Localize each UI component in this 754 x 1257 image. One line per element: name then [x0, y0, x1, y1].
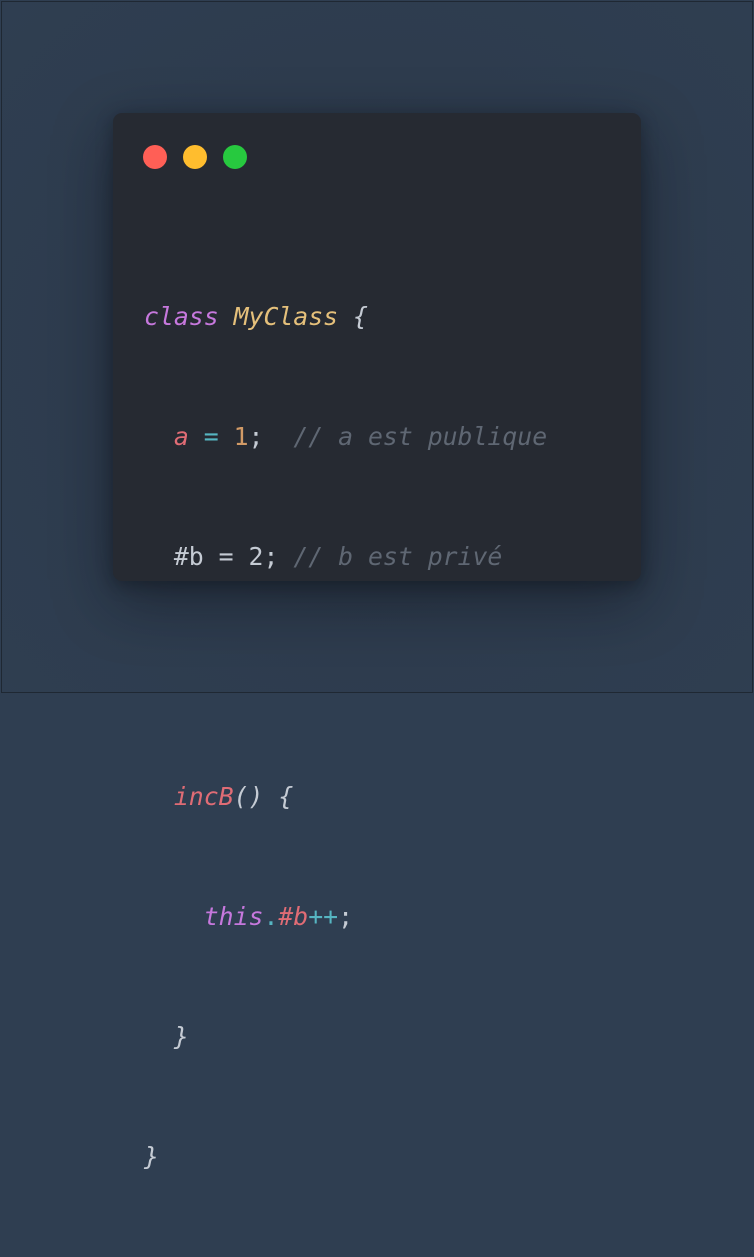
- code-window: class MyClass { a = 1; // a est publique…: [113, 113, 641, 1171]
- brace-token: }: [144, 1142, 159, 1171]
- semicolon-token: ;: [338, 902, 354, 931]
- operator-token: =: [203, 542, 249, 571]
- code-line-7: }: [144, 1017, 547, 1057]
- close-dot-icon[interactable]: [143, 145, 167, 169]
- private-field-token: #b: [173, 542, 204, 571]
- code-line-1: class MyClass {: [144, 297, 547, 337]
- code-line-2: a = 1; // a est publique: [144, 417, 547, 457]
- comment-token: // b est privé: [293, 542, 503, 571]
- number-token: 2: [248, 542, 264, 571]
- minimize-dot-icon[interactable]: [183, 145, 207, 169]
- comment-token: // a est publique: [293, 422, 548, 451]
- code-line-5: incB() {: [144, 777, 547, 817]
- operator-token: =: [188, 422, 234, 451]
- private-field-token: #b: [278, 902, 309, 931]
- number-token: 1: [233, 422, 249, 451]
- semicolon-token: ;: [263, 542, 279, 571]
- brace-token: {: [353, 302, 368, 331]
- code-line-6: this.#b++;: [144, 897, 547, 937]
- code-line-8: }: [144, 1137, 547, 1177]
- method-name-token: incB: [173, 782, 234, 811]
- dot-token: .: [263, 902, 279, 931]
- code-block: class MyClass { a = 1; // a est publique…: [144, 217, 547, 1257]
- code-line-3: #b = 2; // b est privé: [144, 537, 547, 577]
- keyword-token: class: [144, 302, 219, 331]
- semicolon-token: ;: [248, 422, 264, 451]
- property-token: a: [173, 422, 189, 451]
- parens-token: (): [233, 782, 264, 811]
- brace-token: {: [278, 782, 294, 811]
- class-name-token: MyClass: [233, 302, 339, 331]
- this-keyword-token: this: [203, 902, 264, 931]
- brace-token: }: [173, 1022, 189, 1051]
- maximize-dot-icon[interactable]: [223, 145, 247, 169]
- operator-token: ++: [308, 902, 339, 931]
